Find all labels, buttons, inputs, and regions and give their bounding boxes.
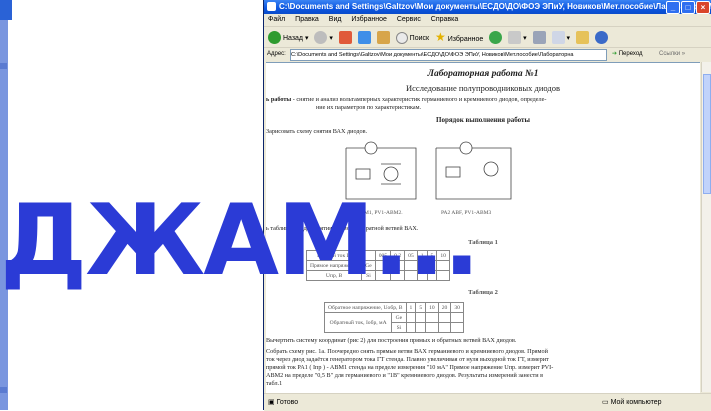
doc-title: Лабораторная работа №1 xyxy=(427,69,539,79)
doc-subtitle: Исследование полупроводниковых диодов xyxy=(406,83,560,93)
messenger-button[interactable] xyxy=(594,29,608,49)
doc-goal: ь работы - снятие и анализ вольтамперных… xyxy=(266,96,700,104)
stop-icon xyxy=(338,31,352,45)
maximize-button[interactable]: □ xyxy=(681,1,695,14)
table-cell: Si xyxy=(391,322,407,333)
home-icon xyxy=(376,31,390,45)
doc-step4-line5: табл.1 xyxy=(266,380,283,387)
stop-button[interactable] xyxy=(338,29,352,49)
address-value: C:\Documents and Settings\Galtzov\Мои до… xyxy=(291,52,574,58)
zone-indicator: ▭ Мой компьютер xyxy=(602,394,662,411)
address-input[interactable]: C:\Documents and Settings\Galtzov\Мои до… xyxy=(290,49,607,61)
doc-goal-label: ь работы xyxy=(266,96,292,103)
doc-step3: Вычертить систему координат (рис 2) для … xyxy=(266,337,517,344)
go-button[interactable]: ➔ Переход xyxy=(612,48,643,61)
doc-step4-line2: ток через диод задаётся генератором тока… xyxy=(266,356,549,363)
forward-arrow-icon xyxy=(314,31,328,45)
print-button[interactable] xyxy=(532,29,546,49)
ammeter-symbol-b xyxy=(459,141,473,155)
go-label: Переход xyxy=(618,51,643,57)
print-icon xyxy=(532,31,546,45)
back-label: Назад xyxy=(282,34,304,42)
back-arrow-icon xyxy=(268,31,281,45)
doc-step4-line4: ABM2 на пределе "0,5 В" для германиевого… xyxy=(266,372,543,379)
page-icon: ▣ xyxy=(268,399,275,406)
messenger-icon xyxy=(594,31,608,45)
folder-button[interactable] xyxy=(575,29,589,49)
go-arrow-icon: ➔ xyxy=(612,51,618,57)
doc-step4-line3: прямой ток PA1 ( Iпр ) - ABM1 стенда на … xyxy=(266,364,554,371)
favorites-button[interactable]: ★ Избранное xyxy=(435,27,483,50)
doc-procedure-heading: Порядок выполнения работы xyxy=(436,116,530,124)
address-bar: Адрес: C:\Documents and Settings\Galtzov… xyxy=(264,48,711,61)
ammeter-symbol xyxy=(364,141,378,155)
edit-button[interactable]: ▾ xyxy=(551,29,570,49)
table-cell: Ge xyxy=(391,312,407,323)
menu-tools[interactable]: Сервис xyxy=(397,16,421,23)
menu-help[interactable]: Справка xyxy=(431,16,458,23)
doc-goal-continued: ние их параметров по характеристикам. xyxy=(316,104,422,111)
refresh-button[interactable] xyxy=(357,29,371,49)
menu-file[interactable]: Файл xyxy=(268,16,285,23)
toolbar: Назад ▾ ▾ Поиск ★ Избранное ▾ ▾ xyxy=(264,27,711,48)
title-bar[interactable]: C:\Documents and Settings\Galtzov\Мои до… xyxy=(264,0,711,14)
background-window-titlebar xyxy=(0,0,12,20)
doc-step4-line1: Собрать схему рис. 1а. Поочередно снять … xyxy=(266,348,548,355)
address-label: Адрес: xyxy=(267,51,286,57)
favorites-label: Избранное xyxy=(447,36,484,43)
doc-step1: Зарисовать схему снятия ВАХ диодов. xyxy=(266,128,368,135)
voltmeter-symbol-b xyxy=(483,161,499,177)
menu-bar: Файл Правка Вид Избранное Сервис Справка xyxy=(264,14,711,27)
media-button[interactable] xyxy=(489,29,503,49)
status-bar: ▣ Готово ▭ Мой компьютер xyxy=(264,393,711,411)
zone-text: Мой компьютер xyxy=(610,399,662,406)
menu-edit[interactable]: Правка xyxy=(295,16,319,23)
minimize-button[interactable]: _ xyxy=(666,1,680,14)
folder-icon xyxy=(575,31,589,45)
home-button[interactable] xyxy=(376,29,390,49)
close-button[interactable]: × xyxy=(696,1,710,14)
background-window-marker xyxy=(0,63,7,69)
doc-goal-text: - снятие и анализ вольтамперных характер… xyxy=(291,96,547,103)
window-controls: _ □ × xyxy=(665,1,710,14)
table2: Обратное напряжение, Uобр, В 1 5 10 20 3… xyxy=(323,302,464,333)
mail-icon xyxy=(508,31,522,45)
status-text: Готово xyxy=(276,399,299,406)
star-icon: ★ xyxy=(435,30,446,44)
menu-view[interactable]: Вид xyxy=(329,16,342,23)
links-button[interactable]: Ссылки » xyxy=(659,48,685,61)
edit-icon xyxy=(551,31,565,45)
links-label: Ссылки xyxy=(659,51,681,57)
search-label: Поиск xyxy=(409,34,430,42)
search-icon xyxy=(395,31,408,44)
background-window-marker xyxy=(0,387,7,393)
back-button[interactable]: Назад ▾ xyxy=(268,29,308,49)
table-row: Обратный ток, Iобр, мА Ge xyxy=(323,312,464,333)
mail-button[interactable]: ▾ xyxy=(508,29,527,49)
overlay-text: ДЖАМ... xyxy=(0,184,480,298)
computer-icon: ▭ xyxy=(602,399,609,406)
forward-button[interactable]: ▾ xyxy=(314,29,333,49)
search-button[interactable]: Поиск xyxy=(395,29,430,49)
ie-icon xyxy=(267,2,276,11)
refresh-icon xyxy=(357,31,371,45)
media-icon xyxy=(489,31,503,45)
menu-favorites[interactable]: Избранное xyxy=(351,16,386,23)
table-cell: Обратный ток, Iобр, мА xyxy=(323,312,393,333)
window-title: C:\Documents and Settings\Galtzov\Мои до… xyxy=(279,2,711,11)
